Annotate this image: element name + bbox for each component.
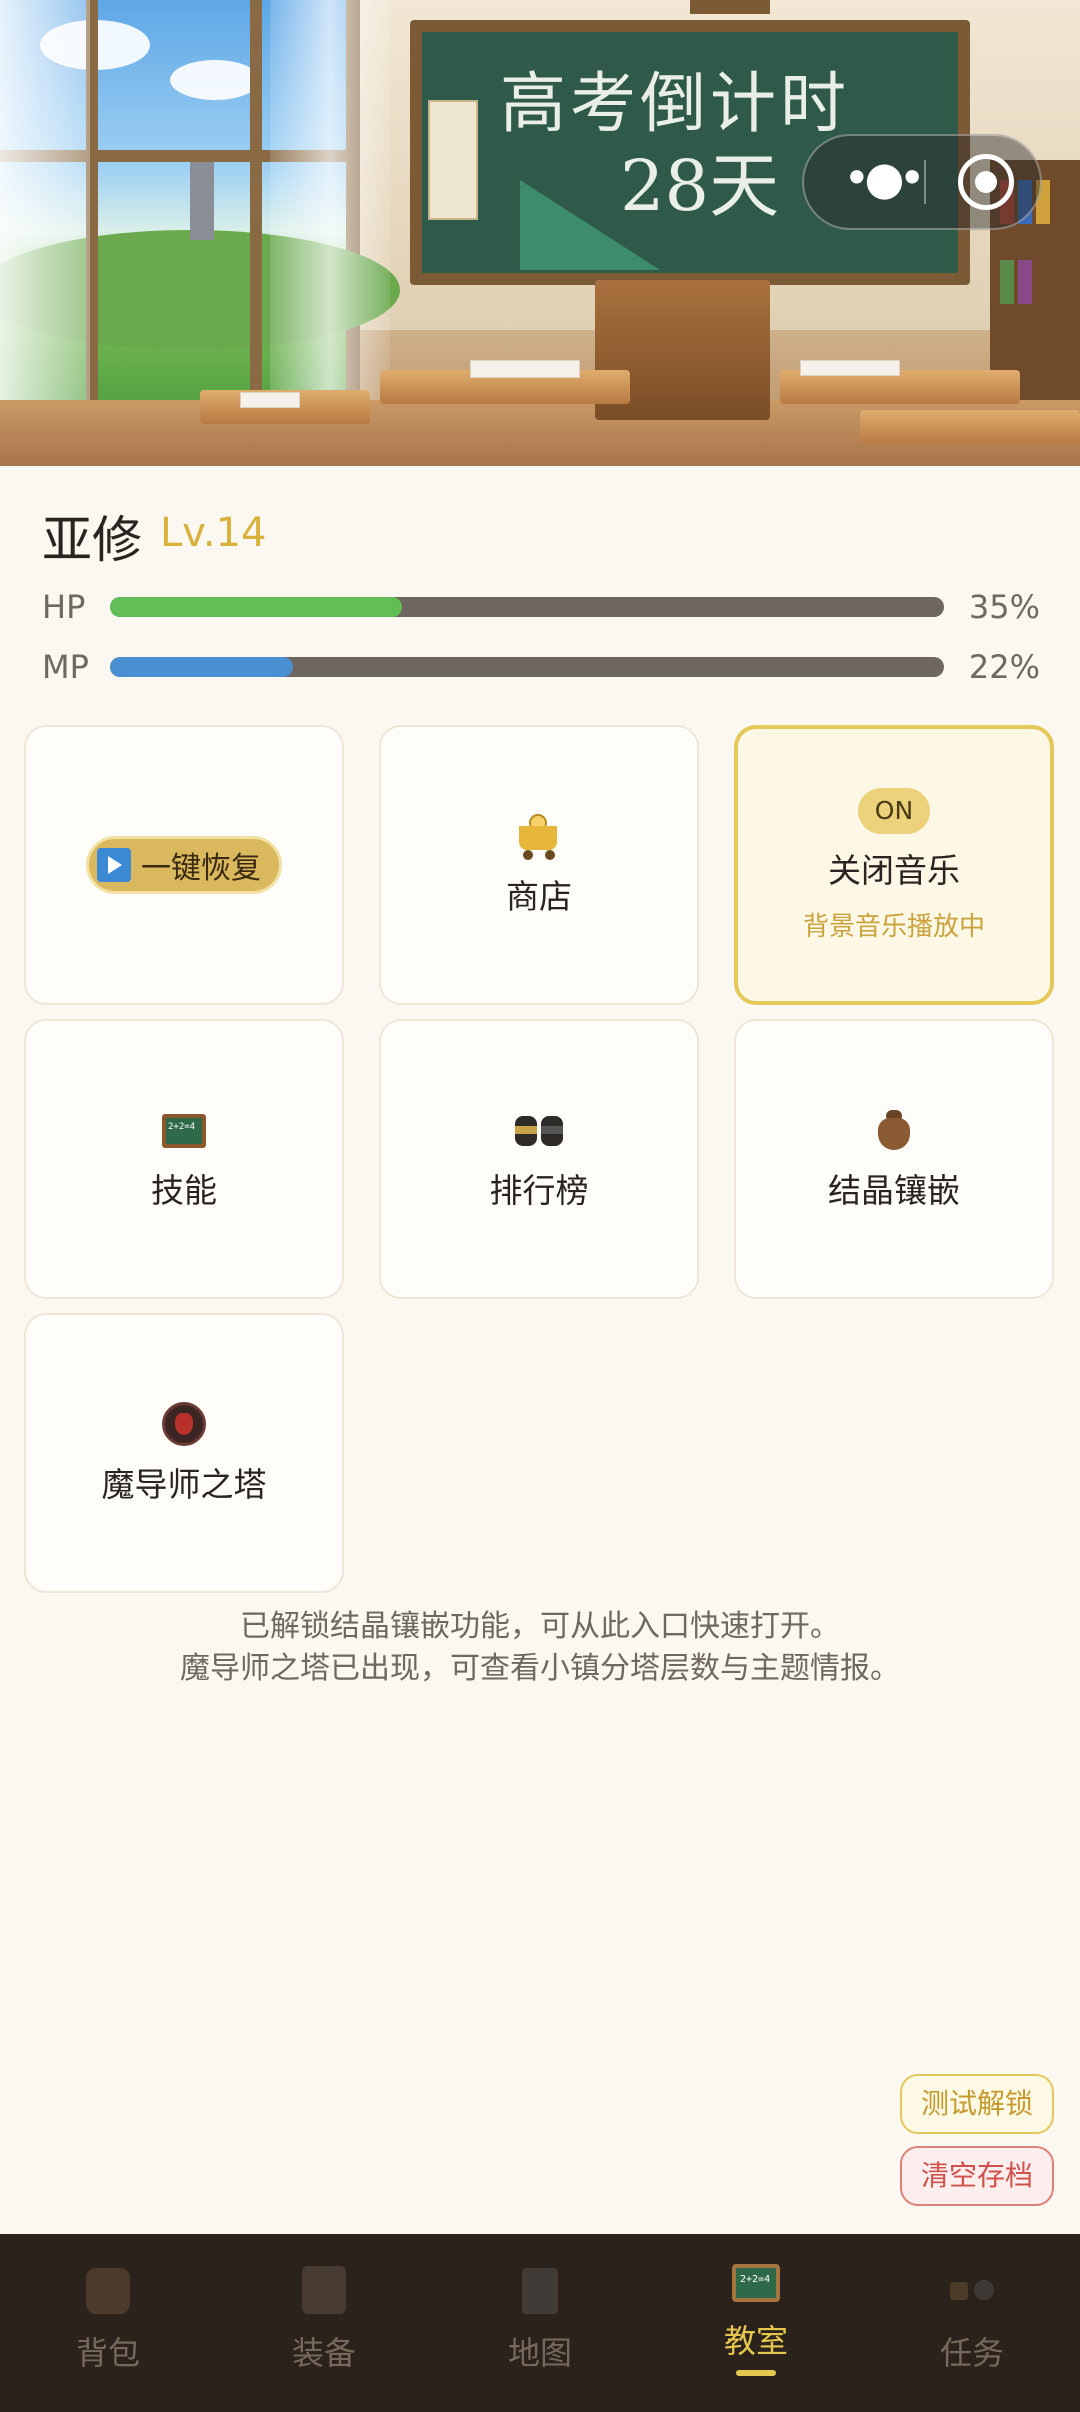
- tab-equipment-label: 装备: [291, 2334, 356, 2372]
- active-tab-indicator: [736, 2370, 776, 2376]
- clear-save-button[interactable]: 清空存档: [900, 2146, 1054, 2206]
- shopping-cart-icon: [515, 812, 563, 860]
- hero-classroom-banner: 高考倒计时 28天 •●•: [0, 0, 1080, 466]
- mp-track: [110, 657, 944, 677]
- mp-percent: 22%: [968, 648, 1040, 686]
- task-icon: [944, 2262, 1000, 2318]
- mage-tower-label: 魔导师之塔: [101, 1465, 267, 1504]
- notice-line-2: 魔导师之塔已出现，可查看小镇分塔层数与主题情报。: [180, 1651, 900, 1686]
- restore-label: 一键恢复: [141, 851, 261, 886]
- more-menu-icon[interactable]: •●•: [834, 136, 929, 228]
- skills-label: 技能: [151, 1171, 217, 1210]
- mage-tower-card[interactable]: 魔导师之塔: [24, 1313, 344, 1593]
- tab-tasks-label: 任务: [939, 2334, 1004, 2372]
- ranking-label: 排行榜: [489, 1171, 589, 1210]
- hp-fill: [110, 597, 402, 617]
- shop-card[interactable]: 商店: [379, 725, 699, 1005]
- blackboard-notice-paper: [428, 100, 478, 220]
- curtain-left: [0, 0, 90, 466]
- music-toggle-card[interactable]: ON 关闭音乐 背景音乐播放中: [734, 725, 1054, 1005]
- wall-trim: [690, 0, 770, 14]
- tab-map[interactable]: 地图: [432, 2234, 648, 2412]
- mp-label: MP: [42, 648, 89, 686]
- tab-tasks[interactable]: 任务: [864, 2234, 1080, 2412]
- hp-percent: 35%: [968, 588, 1040, 626]
- tab-backpack-label: 背包: [75, 2334, 140, 2372]
- notice-line-1: 已解锁结晶镶嵌功能，可从此入口快速打开。: [240, 1609, 840, 1644]
- music-toggle-label: 关闭音乐: [828, 850, 960, 890]
- blackboard-icon: [160, 1106, 208, 1154]
- mp-bar: MP 22%: [42, 647, 1042, 687]
- skills-card[interactable]: 技能: [24, 1019, 344, 1299]
- crystal-inlay-card[interactable]: 结晶镶嵌: [734, 1019, 1054, 1299]
- bottom-tab-bar: 背包 装备 地图 教室 任务: [0, 2234, 1080, 2412]
- test-unlock-button[interactable]: 测试解锁: [900, 2074, 1054, 2134]
- miniprogram-capsule: •●•: [802, 134, 1042, 230]
- ranking-jars-icon: [515, 1106, 563, 1154]
- music-on-badge: ON: [858, 787, 930, 834]
- tab-map-label: 地图: [507, 2334, 572, 2372]
- map-icon: [512, 2262, 568, 2318]
- play-icon: [97, 848, 131, 882]
- equipment-icon: [296, 2262, 352, 2318]
- blackboard-icon: [728, 2256, 784, 2312]
- tab-backpack[interactable]: 背包: [0, 2234, 216, 2412]
- close-miniprogram-icon[interactable]: [958, 154, 1014, 210]
- hp-bar: HP 35%: [42, 587, 1042, 627]
- demon-mask-icon: [160, 1400, 208, 1448]
- music-status-text: 背景音乐播放中: [802, 911, 985, 942]
- tab-classroom[interactable]: 教室: [648, 2234, 864, 2412]
- money-bag-icon: [870, 1106, 918, 1154]
- backpack-icon: [80, 2262, 136, 2318]
- crystal-inlay-label: 结晶镶嵌: [828, 1171, 960, 1210]
- ranking-card[interactable]: 排行榜: [379, 1019, 699, 1299]
- student-desk: [860, 410, 1080, 444]
- restore-button[interactable]: 一键恢复: [86, 836, 282, 894]
- player-level: Lv.14: [160, 510, 267, 556]
- restore-card[interactable]: 一键恢复: [24, 725, 344, 1005]
- tab-equipment[interactable]: 装备: [216, 2234, 432, 2412]
- mp-fill: [110, 657, 294, 677]
- hp-label: HP: [42, 588, 86, 626]
- tab-classroom-label: 教室: [723, 2322, 788, 2360]
- unlock-notice: 已解锁结晶镶嵌功能，可从此入口快速打开。 魔导师之塔已出现，可查看小镇分塔层数与…: [0, 1606, 1080, 1690]
- player-name: 亚修: [42, 511, 142, 569]
- shop-label: 商店: [506, 877, 572, 916]
- hp-track: [110, 597, 944, 617]
